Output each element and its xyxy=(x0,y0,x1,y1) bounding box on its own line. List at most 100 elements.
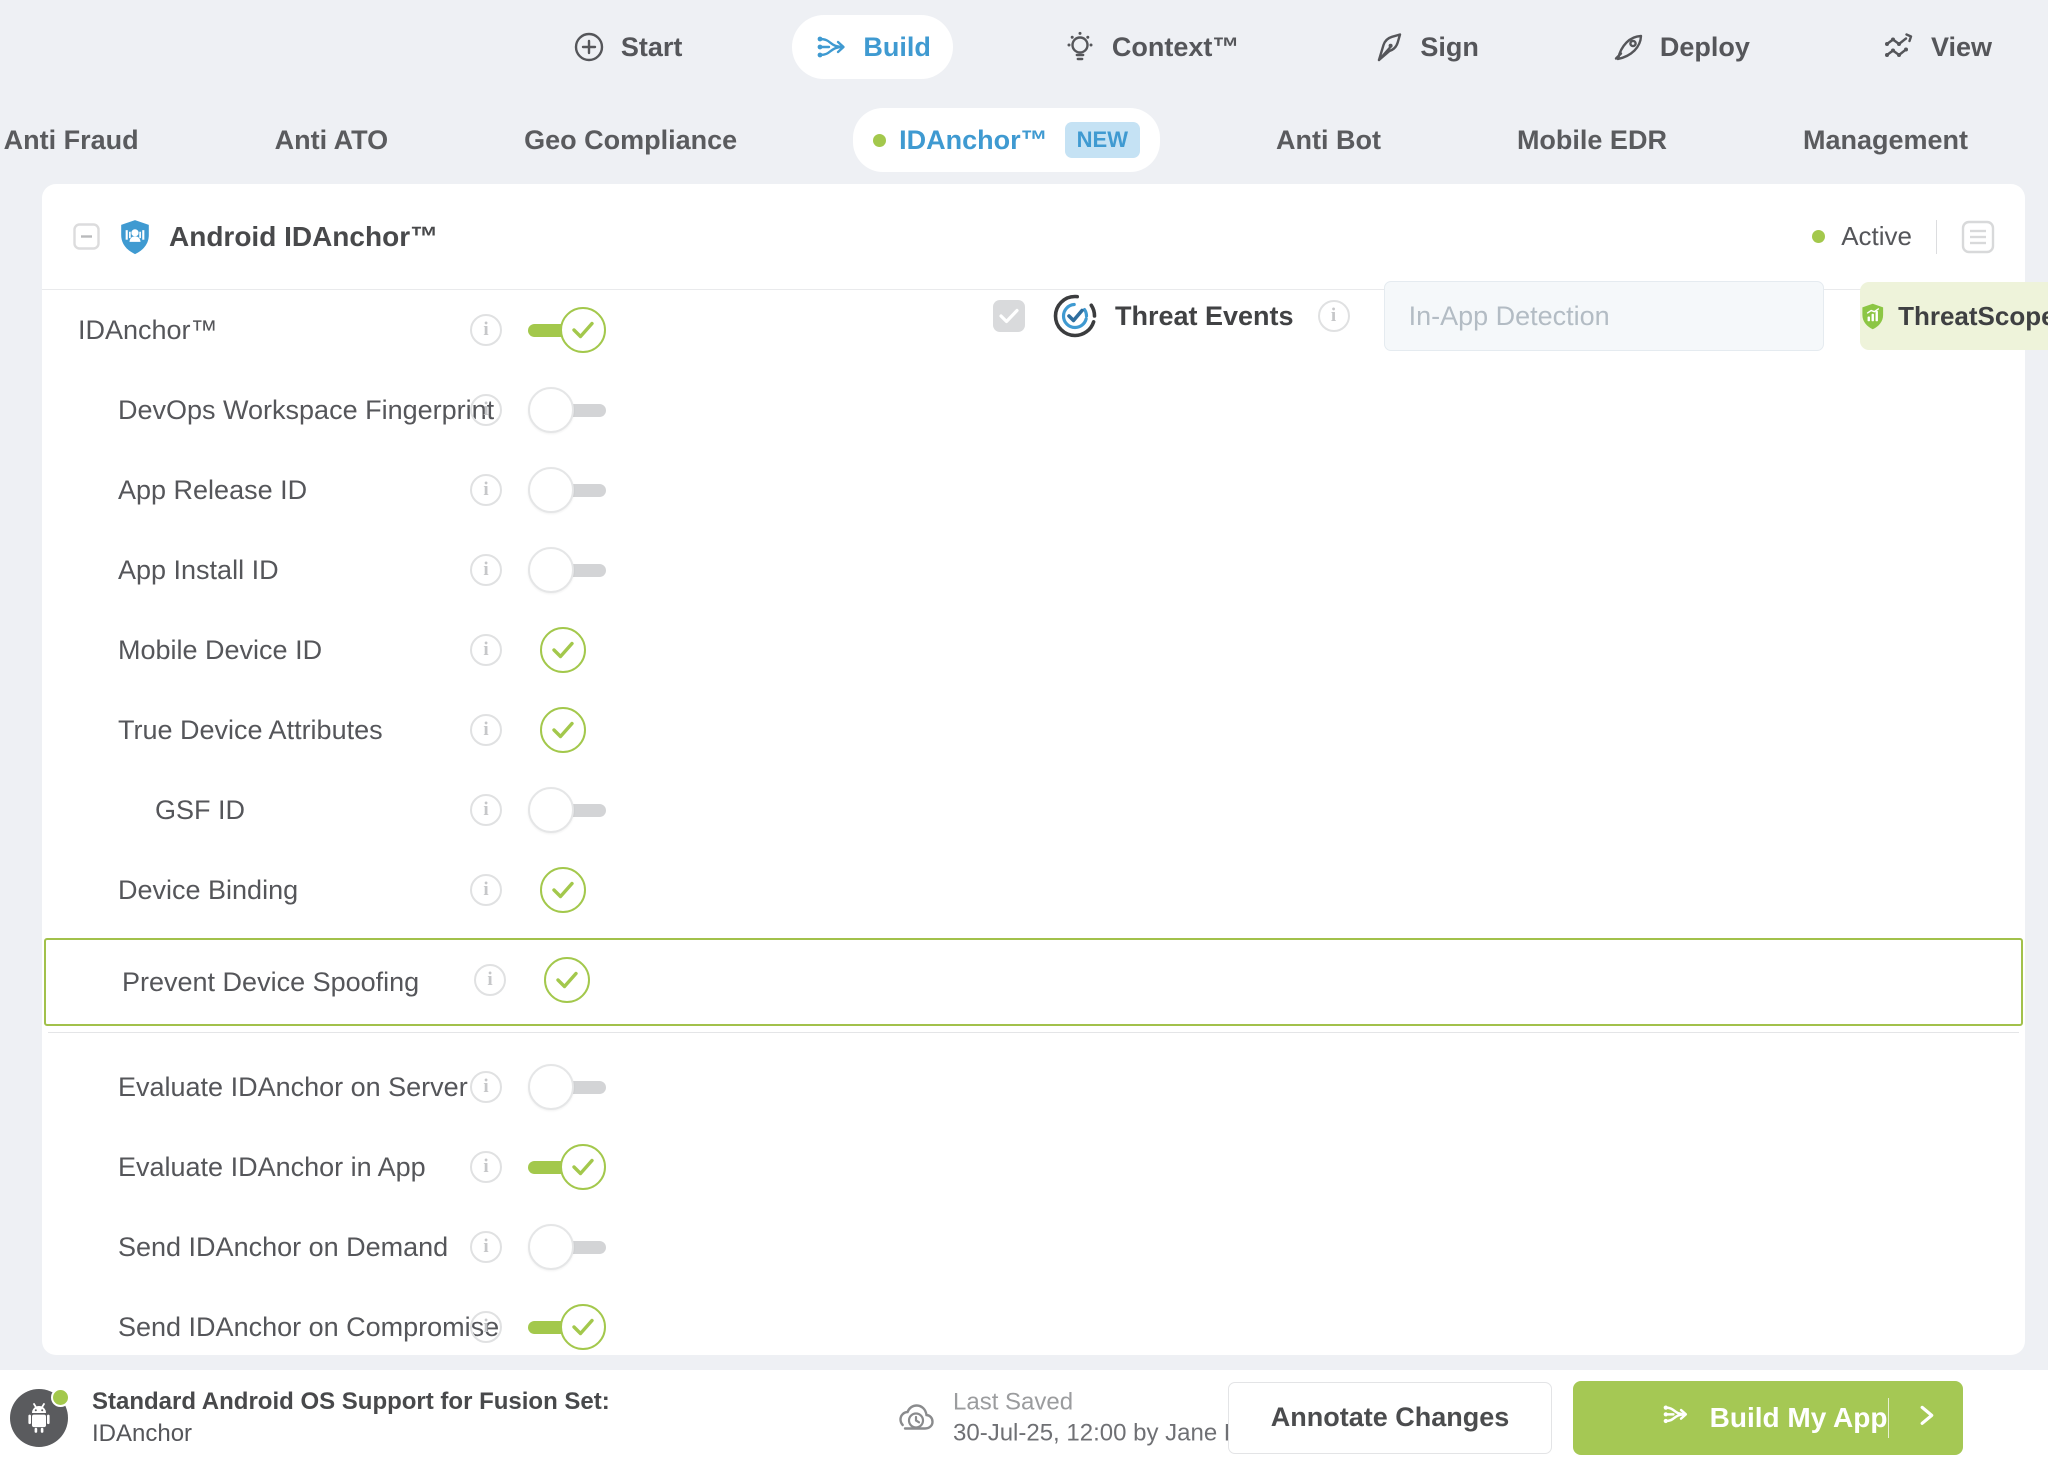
view-icon xyxy=(1882,30,1916,64)
feature-row-gsf-id: GSF ID i xyxy=(42,770,2025,850)
feature-label: Evaluate IDAnchor on Server xyxy=(118,1072,468,1103)
sub-nav-label: IDAnchor™ xyxy=(899,125,1048,156)
top-nav-item-deploy[interactable]: Deploy xyxy=(1589,15,1772,79)
feature-checkbox[interactable] xyxy=(528,866,606,914)
android-icon xyxy=(10,1389,68,1447)
info-icon[interactable]: i xyxy=(470,554,502,586)
sub-nav-item-antifraud[interactable]: Anti Fraud xyxy=(0,111,159,170)
threat-events-label: Threat Events xyxy=(1115,301,1294,332)
feature-row-app-install-id: App Install ID i xyxy=(42,530,2025,610)
info-icon[interactable]: i xyxy=(470,1151,502,1183)
build-icon xyxy=(814,30,848,64)
info-icon[interactable]: i xyxy=(470,314,502,346)
feature-toggle[interactable] xyxy=(528,786,606,834)
feature-rows: IDAnchor™ i DevOps Workspace Fingerprint… xyxy=(42,290,2025,1367)
build-my-app-button[interactable]: Build My App xyxy=(1573,1381,1963,1455)
last-saved-label: Last Saved xyxy=(953,1388,1268,1416)
top-nav-label: View xyxy=(1931,32,1992,63)
sub-nav-item-antibot[interactable]: Anti Bot xyxy=(1256,111,1401,170)
sub-nav-item-antiato[interactable]: Anti ATO xyxy=(255,111,408,170)
in-app-detection-select[interactable] xyxy=(1384,281,1824,351)
feature-row-mobile-device-id: Mobile Device ID i xyxy=(42,610,2025,690)
sub-nav-label: Geo Compliance xyxy=(524,125,737,156)
feature-row-true-device-attributes: True Device Attributes i xyxy=(42,690,2025,770)
feature-toggle[interactable] xyxy=(528,546,606,594)
feature-toggle[interactable] xyxy=(528,1063,606,1111)
info-icon[interactable]: i xyxy=(470,394,502,426)
sub-nav-label: Mobile EDR xyxy=(1517,125,1667,156)
threat-events-row: Threat Events i ThreatScope™ xyxy=(993,281,2048,351)
feature-row-evaluate-idanchor-in-app: Evaluate IDAnchor in App i xyxy=(42,1127,2025,1207)
feature-label: GSF ID xyxy=(155,795,245,826)
cloud-saved-icon xyxy=(893,1398,937,1438)
feature-toggle[interactable] xyxy=(528,1223,606,1271)
top-nav-label: Start xyxy=(621,32,683,63)
info-icon[interactable]: i xyxy=(470,1231,502,1263)
feature-toggle[interactable] xyxy=(528,1303,606,1351)
feature-label: App Install ID xyxy=(118,555,279,586)
new-badge: NEW xyxy=(1065,122,1140,158)
info-icon[interactable]: i xyxy=(470,714,502,746)
top-nav-item-sign[interactable]: Sign xyxy=(1349,15,1501,79)
info-icon[interactable]: i xyxy=(474,964,506,996)
info-icon[interactable]: i xyxy=(470,874,502,906)
header-divider xyxy=(1936,220,1937,254)
feature-label: True Device Attributes xyxy=(118,715,383,746)
sub-nav-item-mobileedr[interactable]: Mobile EDR xyxy=(1497,111,1687,170)
sub-nav-item-geocompliance[interactable]: Geo Compliance xyxy=(504,111,757,170)
chevron-right-icon xyxy=(1919,1405,1935,1431)
context-icon xyxy=(1063,30,1097,64)
info-icon[interactable]: i xyxy=(1318,300,1350,332)
top-nav-label: Context™ xyxy=(1112,32,1240,63)
sub-nav-label: Anti Fraud xyxy=(4,125,139,156)
build-icon xyxy=(1661,1400,1690,1436)
feature-label: Prevent Device Spoofing xyxy=(122,967,419,998)
top-nav-item-context[interactable]: Context™ xyxy=(1041,15,1262,79)
feature-row-send-idanchor-on-demand: Send IDAnchor on Demand i xyxy=(42,1207,2025,1287)
threatscope-button[interactable]: ThreatScope™ xyxy=(1860,282,2048,350)
notes-icon[interactable] xyxy=(1961,220,1995,254)
feature-row-device-binding: Device Binding i xyxy=(42,850,2025,930)
top-nav-item-start[interactable]: Start xyxy=(550,15,705,79)
info-icon[interactable]: i xyxy=(470,474,502,506)
info-icon[interactable]: i xyxy=(470,1071,502,1103)
feature-label: IDAnchor™ xyxy=(78,315,218,346)
threat-events-target-icon xyxy=(1051,292,1099,340)
footer-bar: Standard Android OS Support for Fusion S… xyxy=(0,1370,2048,1465)
annotate-changes-button[interactable]: Annotate Changes xyxy=(1228,1382,1552,1454)
feature-checkbox[interactable] xyxy=(532,956,610,1004)
info-icon[interactable]: i xyxy=(470,634,502,666)
feature-label: Send IDAnchor on Demand xyxy=(118,1232,448,1263)
feature-toggle[interactable] xyxy=(528,1143,606,1191)
feature-toggle[interactable] xyxy=(528,386,606,434)
sub-nav-item-management[interactable]: Management xyxy=(1783,111,1988,170)
deploy-icon xyxy=(1611,30,1645,64)
feature-row-devops-workspace-fingerprint: DevOps Workspace Fingerprint i xyxy=(42,370,2025,450)
top-nav-label: Build xyxy=(863,32,931,63)
active-status-dot xyxy=(1812,230,1825,243)
last-saved: Last Saved 30-Jul-25, 12:00 by Jane Doe xyxy=(893,1388,1268,1447)
idanchor-shield-icon xyxy=(118,219,152,255)
threatscope-shield-icon xyxy=(1860,299,1886,334)
feature-toggle[interactable] xyxy=(528,466,606,514)
sub-nav-item-idanchor[interactable]: IDAnchor™ NEW xyxy=(853,108,1160,172)
panel-header: Android IDAnchor™ Active xyxy=(42,184,2025,290)
sign-icon xyxy=(1371,30,1405,64)
feature-row-evaluate-idanchor-on-server: Evaluate IDAnchor on Server i xyxy=(42,1047,2025,1127)
collapse-icon[interactable] xyxy=(73,223,100,250)
active-dot xyxy=(873,134,886,147)
feature-label: Device Binding xyxy=(118,875,298,906)
feature-label: Mobile Device ID xyxy=(118,635,322,666)
feature-toggle[interactable] xyxy=(528,306,606,354)
android-idanchor-panel: Android IDAnchor™ Active IDAnchor™ i Dev… xyxy=(42,184,2025,1355)
feature-checkbox[interactable] xyxy=(528,626,606,674)
info-icon[interactable]: i xyxy=(470,1311,502,1343)
feature-label: DevOps Workspace Fingerprint xyxy=(118,395,494,426)
feature-checkbox[interactable] xyxy=(528,706,606,754)
last-saved-value: 30-Jul-25, 12:00 by Jane Doe xyxy=(953,1419,1268,1447)
top-nav-item-view[interactable]: View xyxy=(1860,15,2014,79)
fusion-set-title: Standard Android OS Support for Fusion S… xyxy=(92,1388,610,1416)
info-icon[interactable]: i xyxy=(470,794,502,826)
threat-events-checkbox[interactable] xyxy=(993,300,1025,332)
top-nav-item-build[interactable]: Build xyxy=(792,15,953,79)
